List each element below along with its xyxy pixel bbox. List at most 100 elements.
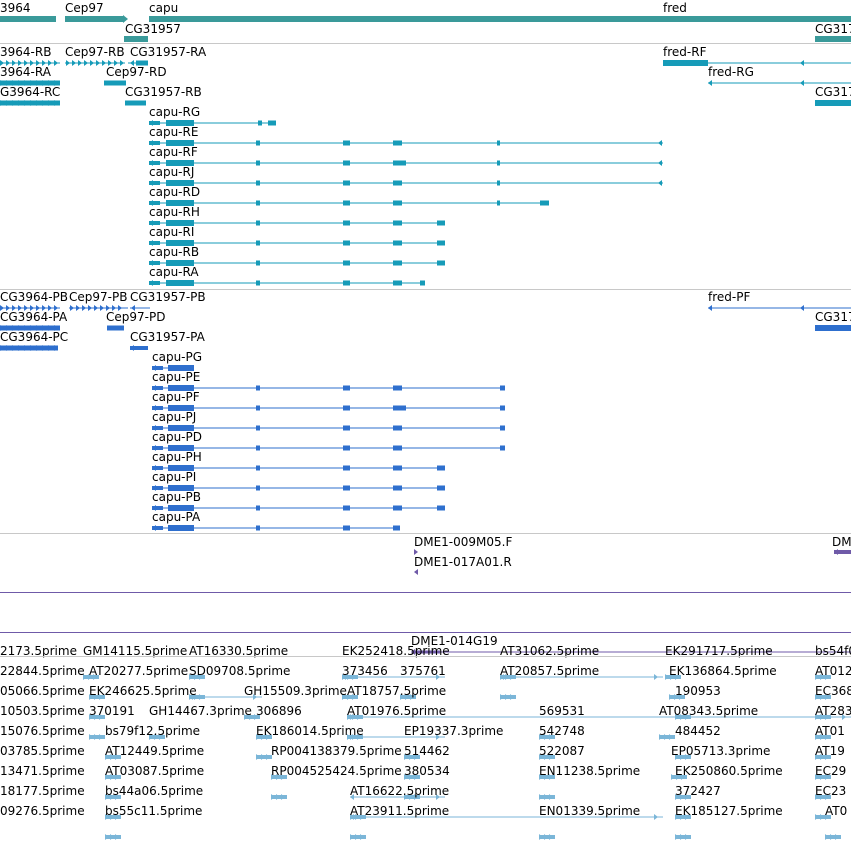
clone-span-1[interactable] <box>0 592 851 593</box>
prot-capu-pg-arrow[interactable] <box>152 365 156 371</box>
tx-fred-rg-intron[interactable] <box>708 82 851 84</box>
est-484452-arrow[interactable] <box>680 754 684 760</box>
tx-capu-re-exon[interactable] <box>393 140 402 146</box>
tx-capu-re-exon[interactable] <box>256 140 260 146</box>
est-at20857-5prime-arrow[interactable] <box>500 694 504 700</box>
est-375761-arrow[interactable] <box>410 694 414 700</box>
est-569531-arrow[interactable] <box>544 734 548 740</box>
prot-capu-pd-exon[interactable] <box>500 445 505 451</box>
prot-capu-pe-exon[interactable] <box>500 385 505 391</box>
est-at19-arrow[interactable] <box>825 774 829 780</box>
est-370191-arrow[interactable] <box>94 734 98 740</box>
tx-capu-re-intron[interactable] <box>149 142 663 144</box>
tx-capu-rj-arrow[interactable] <box>658 180 662 186</box>
tx-capu-re-arrow[interactable] <box>658 140 662 146</box>
prot-capu-pb-exon[interactable] <box>256 505 260 511</box>
tx-cep97-rb-arrow[interactable] <box>108 60 112 66</box>
tx-capu-rd-exon[interactable] <box>540 200 549 206</box>
prot-capu-pj-exon[interactable] <box>500 425 505 431</box>
prot-cep97-pb-arrow[interactable] <box>82 305 86 311</box>
tx-capu-rj-exon[interactable] <box>166 180 194 186</box>
prot-cg3964-pb-arrow[interactable] <box>0 305 4 311</box>
est-rp004138379-5prime-arrow[interactable] <box>271 774 275 780</box>
clone-dme1-009m05-f-arrow[interactable] <box>414 549 418 555</box>
prot-capu-pj-intron[interactable] <box>152 427 505 429</box>
tx-capu-rf-arrow[interactable] <box>149 160 153 166</box>
prot-capu-pe-intron[interactable] <box>152 387 505 389</box>
prot-capu-pi-exon[interactable] <box>437 485 445 491</box>
est-bs55c11-5prime-arrow[interactable] <box>115 834 119 840</box>
prot-capu-pf-exon[interactable] <box>500 405 505 411</box>
est-bs44a06-5prime-arrow[interactable] <box>110 814 114 820</box>
est-rp004525424-5prime-arrow[interactable] <box>276 794 280 800</box>
est-at283-arrow[interactable] <box>815 734 819 740</box>
prot-cg3964-pb-arrow[interactable] <box>24 305 28 311</box>
prot-capu-pf-intron[interactable] <box>152 407 505 409</box>
prot-cep97-pb-arrow[interactable] <box>70 305 74 311</box>
tx-capu-rh-exon[interactable] <box>393 220 402 226</box>
tx-capu-rj-exon[interactable] <box>497 180 500 186</box>
prot-cg3964-pb-arrow[interactable] <box>42 305 46 311</box>
tx-capu-ra-exon[interactable] <box>420 280 425 286</box>
tx-cep97-rb-arrow[interactable] <box>96 60 100 66</box>
est-ek246625-5prime-arrow[interactable] <box>99 714 103 720</box>
tx-capu-rh-exon[interactable] <box>256 220 260 226</box>
est-372427-arrow[interactable] <box>685 814 689 820</box>
est-span-3-arrow[interactable] <box>842 714 846 720</box>
est-span-5-arrow[interactable] <box>350 794 354 800</box>
tx-capu-ra-arrow[interactable] <box>149 280 153 286</box>
est-at23911-5prime-arrow[interactable] <box>350 834 354 840</box>
tx-cep97-rd-exon[interactable] <box>104 80 126 86</box>
est-at03087-5prime-arrow[interactable] <box>105 794 109 800</box>
est-bs79f12-5prime-arrow[interactable] <box>105 754 109 760</box>
tx-fred-rf-arrow[interactable] <box>800 60 804 66</box>
est-ep05713-3prime-arrow[interactable] <box>681 774 685 780</box>
est-ek185127-5prime-arrow[interactable] <box>675 834 679 840</box>
est-522087-arrow[interactable] <box>539 774 543 780</box>
est-gm14115-5prime-arrow[interactable] <box>88 674 92 680</box>
est-at19-arrow[interactable] <box>815 774 819 780</box>
tx-fred-rg-arrow[interactable] <box>800 80 804 86</box>
prot-capu-pf-exon[interactable] <box>393 405 406 411</box>
prot-capu-pb-exon[interactable] <box>393 505 402 511</box>
est-at03087-5prime-arrow[interactable] <box>115 794 119 800</box>
est-at0-arrow[interactable] <box>830 834 834 840</box>
tx-3964-rb-arrow[interactable] <box>12 60 16 66</box>
prot-cg31957-pa-arrow[interactable] <box>130 345 134 351</box>
tx-3964-rb-arrow[interactable] <box>18 60 22 66</box>
est-522087-arrow[interactable] <box>544 774 548 780</box>
prot-cep97-pb-arrow[interactable] <box>118 305 122 311</box>
tx-cep97-rb-arrow[interactable] <box>90 60 94 66</box>
clone-dme1-014g19-arrow[interactable] <box>411 649 415 655</box>
prot-cg3964-pb-arrow[interactable] <box>48 305 52 311</box>
prot-capu-ph-exon[interactable] <box>437 465 445 471</box>
prot-cg317-exon[interactable] <box>815 325 851 331</box>
prot-fred-pf-arrow[interactable] <box>800 305 804 311</box>
est-en01339-5prime-arrow[interactable] <box>539 834 543 840</box>
est-at20277-5prime-arrow[interactable] <box>89 694 93 700</box>
est-span-4-intron[interactable] <box>347 736 445 738</box>
est-bs55c11-5prime-arrow[interactable] <box>105 834 109 840</box>
gene-cep97-exon[interactable] <box>65 16 123 22</box>
tx-capu-rj-arrow[interactable] <box>149 180 153 186</box>
clone-dme1-014g19-exon[interactable] <box>415 650 440 654</box>
est-ec23-arrow[interactable] <box>820 814 824 820</box>
tx-capu-re-exon[interactable] <box>497 140 500 146</box>
tx-capu-rf-exon[interactable] <box>166 160 194 166</box>
est-at03087-5prime-arrow[interactable] <box>110 794 114 800</box>
est-542748-arrow[interactable] <box>544 754 548 760</box>
est-span-0-intron[interactable] <box>342 676 445 678</box>
est-at23911-5prime-arrow[interactable] <box>355 834 359 840</box>
prot-cep97-pb-arrow[interactable] <box>100 305 104 311</box>
est-569531-arrow[interactable] <box>549 734 553 740</box>
prot-capu-pe-exon[interactable] <box>393 385 402 391</box>
tx-cg31957-ra-arrow[interactable] <box>130 60 134 66</box>
est-ec29-arrow[interactable] <box>820 794 824 800</box>
est-rp004138379-5prime-arrow[interactable] <box>281 774 285 780</box>
tx-capu-rd-exon[interactable] <box>343 200 350 206</box>
tx-capu-rb-arrow[interactable] <box>149 260 153 266</box>
est-span-5-intron[interactable] <box>350 796 445 798</box>
est-bs44a06-5prime-arrow[interactable] <box>105 814 109 820</box>
tx-capu-ri-exon[interactable] <box>166 240 194 246</box>
est-gm14115-5prime-arrow[interactable] <box>83 674 87 680</box>
